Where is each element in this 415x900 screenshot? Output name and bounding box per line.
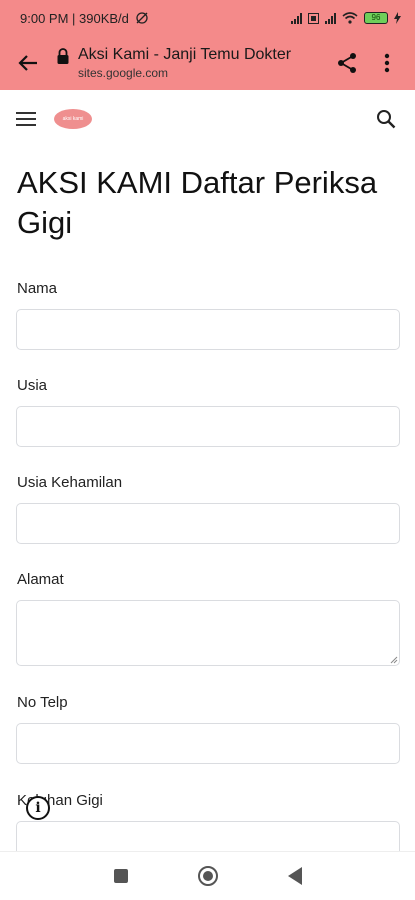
tab-page-title: Aksi Kami - Janji Temu Dokter: [78, 46, 292, 63]
pregnancy-age-label: Usia Kehamilan: [17, 474, 123, 491]
address-label: Alamat: [17, 571, 64, 588]
search-icon: [377, 110, 396, 129]
phone-field[interactable]: [16, 723, 400, 764]
volte-icon: [308, 12, 319, 24]
recent-apps-icon[interactable]: [113, 869, 128, 883]
info-glyph: i: [35, 800, 41, 816]
address-field[interactable]: [16, 600, 400, 666]
browser-toolbar: Aksi Kami - Janji Temu Dokter sites.goog…: [0, 36, 415, 90]
more-vert-icon: [384, 53, 390, 73]
lock-icon: [57, 48, 69, 64]
charging-icon: [394, 12, 401, 24]
age-field[interactable]: [16, 406, 400, 447]
search-button[interactable]: [373, 106, 399, 132]
url-text: sites.google.com: [78, 66, 169, 80]
hamburger-menu-icon[interactable]: [16, 107, 40, 131]
more-options-button[interactable]: [371, 47, 403, 79]
site-logo-text: aksi kami: [62, 116, 84, 122]
home-icon[interactable]: [197, 866, 218, 886]
wifi-icon: [342, 12, 358, 24]
name-field[interactable]: [16, 309, 400, 350]
no-alarm-icon: [136, 12, 148, 24]
status-bar: 9:00 PM | 390KB/d 96: [0, 0, 415, 36]
battery-icon: 96: [364, 12, 388, 24]
arrow-left-icon: [18, 55, 37, 71]
site-logo[interactable]: aksi kami: [54, 109, 92, 129]
status-time: 9:00 PM | 390KB/d: [20, 10, 129, 26]
address-bar[interactable]: Aksi Kami - Janji Temu Dokter sites.goog…: [78, 46, 323, 80]
site-header: aksi kami: [0, 90, 415, 148]
signal-icon-2: [325, 12, 336, 24]
info-icon[interactable]: i: [26, 796, 50, 820]
pregnancy-age-field[interactable]: [16, 503, 400, 544]
signal-icon: [291, 12, 302, 24]
share-button[interactable]: [331, 47, 363, 79]
age-label: Usia: [17, 377, 48, 394]
back-triangle-icon[interactable]: [287, 867, 302, 885]
name-label: Nama: [17, 280, 58, 297]
page-title: AKSI KAMI Daftar Periksa Gigi: [17, 165, 378, 240]
back-button[interactable]: [14, 49, 42, 77]
battery-level: 96: [371, 13, 381, 22]
phone-label: No Telp: [17, 694, 68, 711]
share-icon: [338, 53, 356, 73]
system-nav-bar: [0, 851, 415, 900]
resize-handle-icon[interactable]: [390, 656, 398, 664]
